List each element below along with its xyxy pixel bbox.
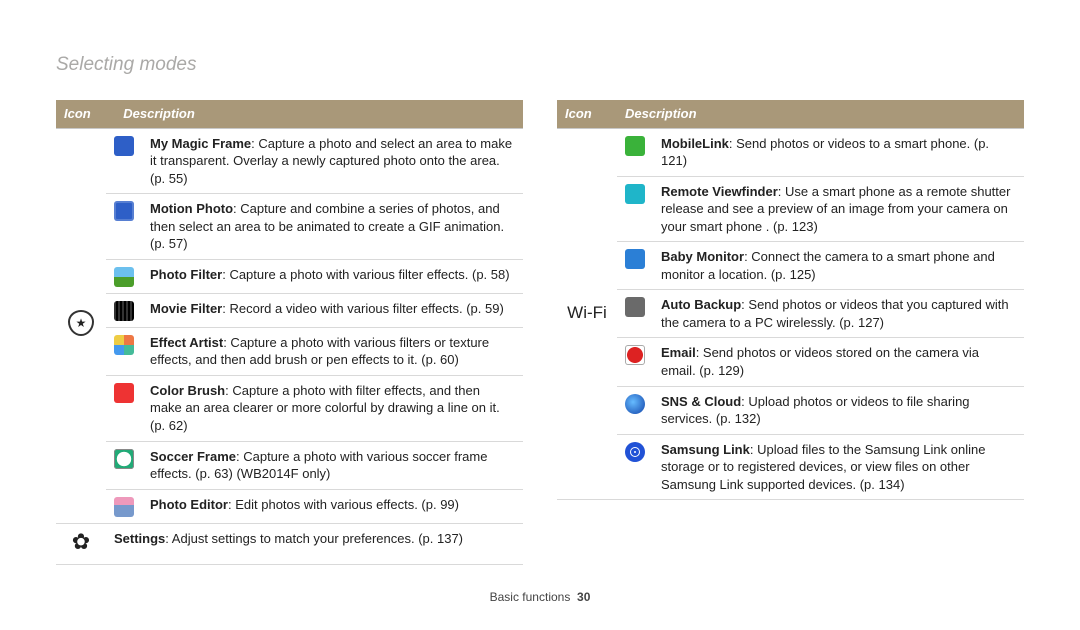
wifi-inner-table: MobileLink: Send photos or videos to a s…	[617, 129, 1024, 500]
sns-cloud-icon	[625, 394, 645, 414]
page-title: Selecting modes	[56, 54, 196, 76]
effect-artist-desc: Effect Artist: Capture a photo with vari…	[142, 327, 523, 375]
auto-backup-desc: Auto Backup: Send photos or videos that …	[653, 290, 1024, 338]
color-brush-icon	[114, 383, 134, 403]
email-icon	[625, 345, 645, 365]
footer-section: Basic functions	[490, 590, 571, 604]
color-brush-desc: Color Brush: Capture a photo with filter…	[142, 375, 523, 441]
baby-monitor-icon	[625, 249, 645, 269]
wifi-category-label: Wi-Fi	[567, 303, 607, 322]
th-icon-r: Icon	[557, 100, 617, 128]
my-magic-frame-icon	[114, 136, 134, 156]
settings-desc: Settings: Adjust settings to match your …	[106, 523, 523, 565]
photo-filter-desc: Photo Filter: Capture a photo with vario…	[142, 259, 523, 293]
mobilelink-desc: MobileLink: Send photos or videos to a s…	[653, 129, 1024, 177]
photo-filter-icon	[114, 267, 134, 287]
left-table: Icon Description My Magic Frame: Capture…	[56, 100, 523, 565]
settings-category-icon	[69, 530, 93, 554]
magic-plus-inner-table: My Magic Frame: Capture a photo and sele…	[106, 129, 523, 523]
mobilelink-icon	[625, 136, 645, 156]
soccer-frame-desc: Soccer Frame: Capture a photo with vario…	[142, 441, 523, 489]
soccer-frame-icon	[114, 449, 134, 469]
movie-filter-icon	[114, 301, 134, 321]
samsung-link-desc: Samsung Link: Upload files to the Samsun…	[653, 434, 1024, 499]
auto-backup-icon	[625, 297, 645, 317]
movie-filter-desc: Movie Filter: Record a video with variou…	[142, 293, 523, 327]
effect-artist-icon	[114, 335, 134, 355]
email-desc: Email: Send photos or videos stored on t…	[653, 338, 1024, 386]
sns-cloud-desc: SNS & Cloud: Upload photos or videos to …	[653, 386, 1024, 434]
right-table: Icon Description Wi-Fi MobileLink: Send …	[557, 100, 1024, 500]
th-description-r: Description	[617, 100, 1024, 128]
th-icon: Icon	[56, 100, 115, 128]
footer-page: 30	[577, 590, 590, 604]
footer: Basic functions 30	[0, 590, 1080, 604]
baby-monitor-desc: Baby Monitor: Connect the camera to a sm…	[653, 242, 1024, 290]
samsung-link-icon	[625, 442, 645, 462]
remote-viewfinder-desc: Remote Viewfinder: Use a smart phone as …	[653, 176, 1024, 242]
my-magic-frame-desc: My Magic Frame: Capture a photo and sele…	[142, 129, 523, 194]
magic-plus-category-icon	[68, 310, 94, 336]
photo-editor-icon	[114, 497, 134, 517]
motion-photo-icon	[114, 201, 134, 221]
photo-editor-desc: Photo Editor: Edit photos with various e…	[142, 489, 523, 523]
remote-viewfinder-icon	[625, 184, 645, 204]
motion-photo-desc: Motion Photo: Capture and combine a seri…	[142, 194, 523, 260]
th-description: Description	[115, 100, 523, 128]
